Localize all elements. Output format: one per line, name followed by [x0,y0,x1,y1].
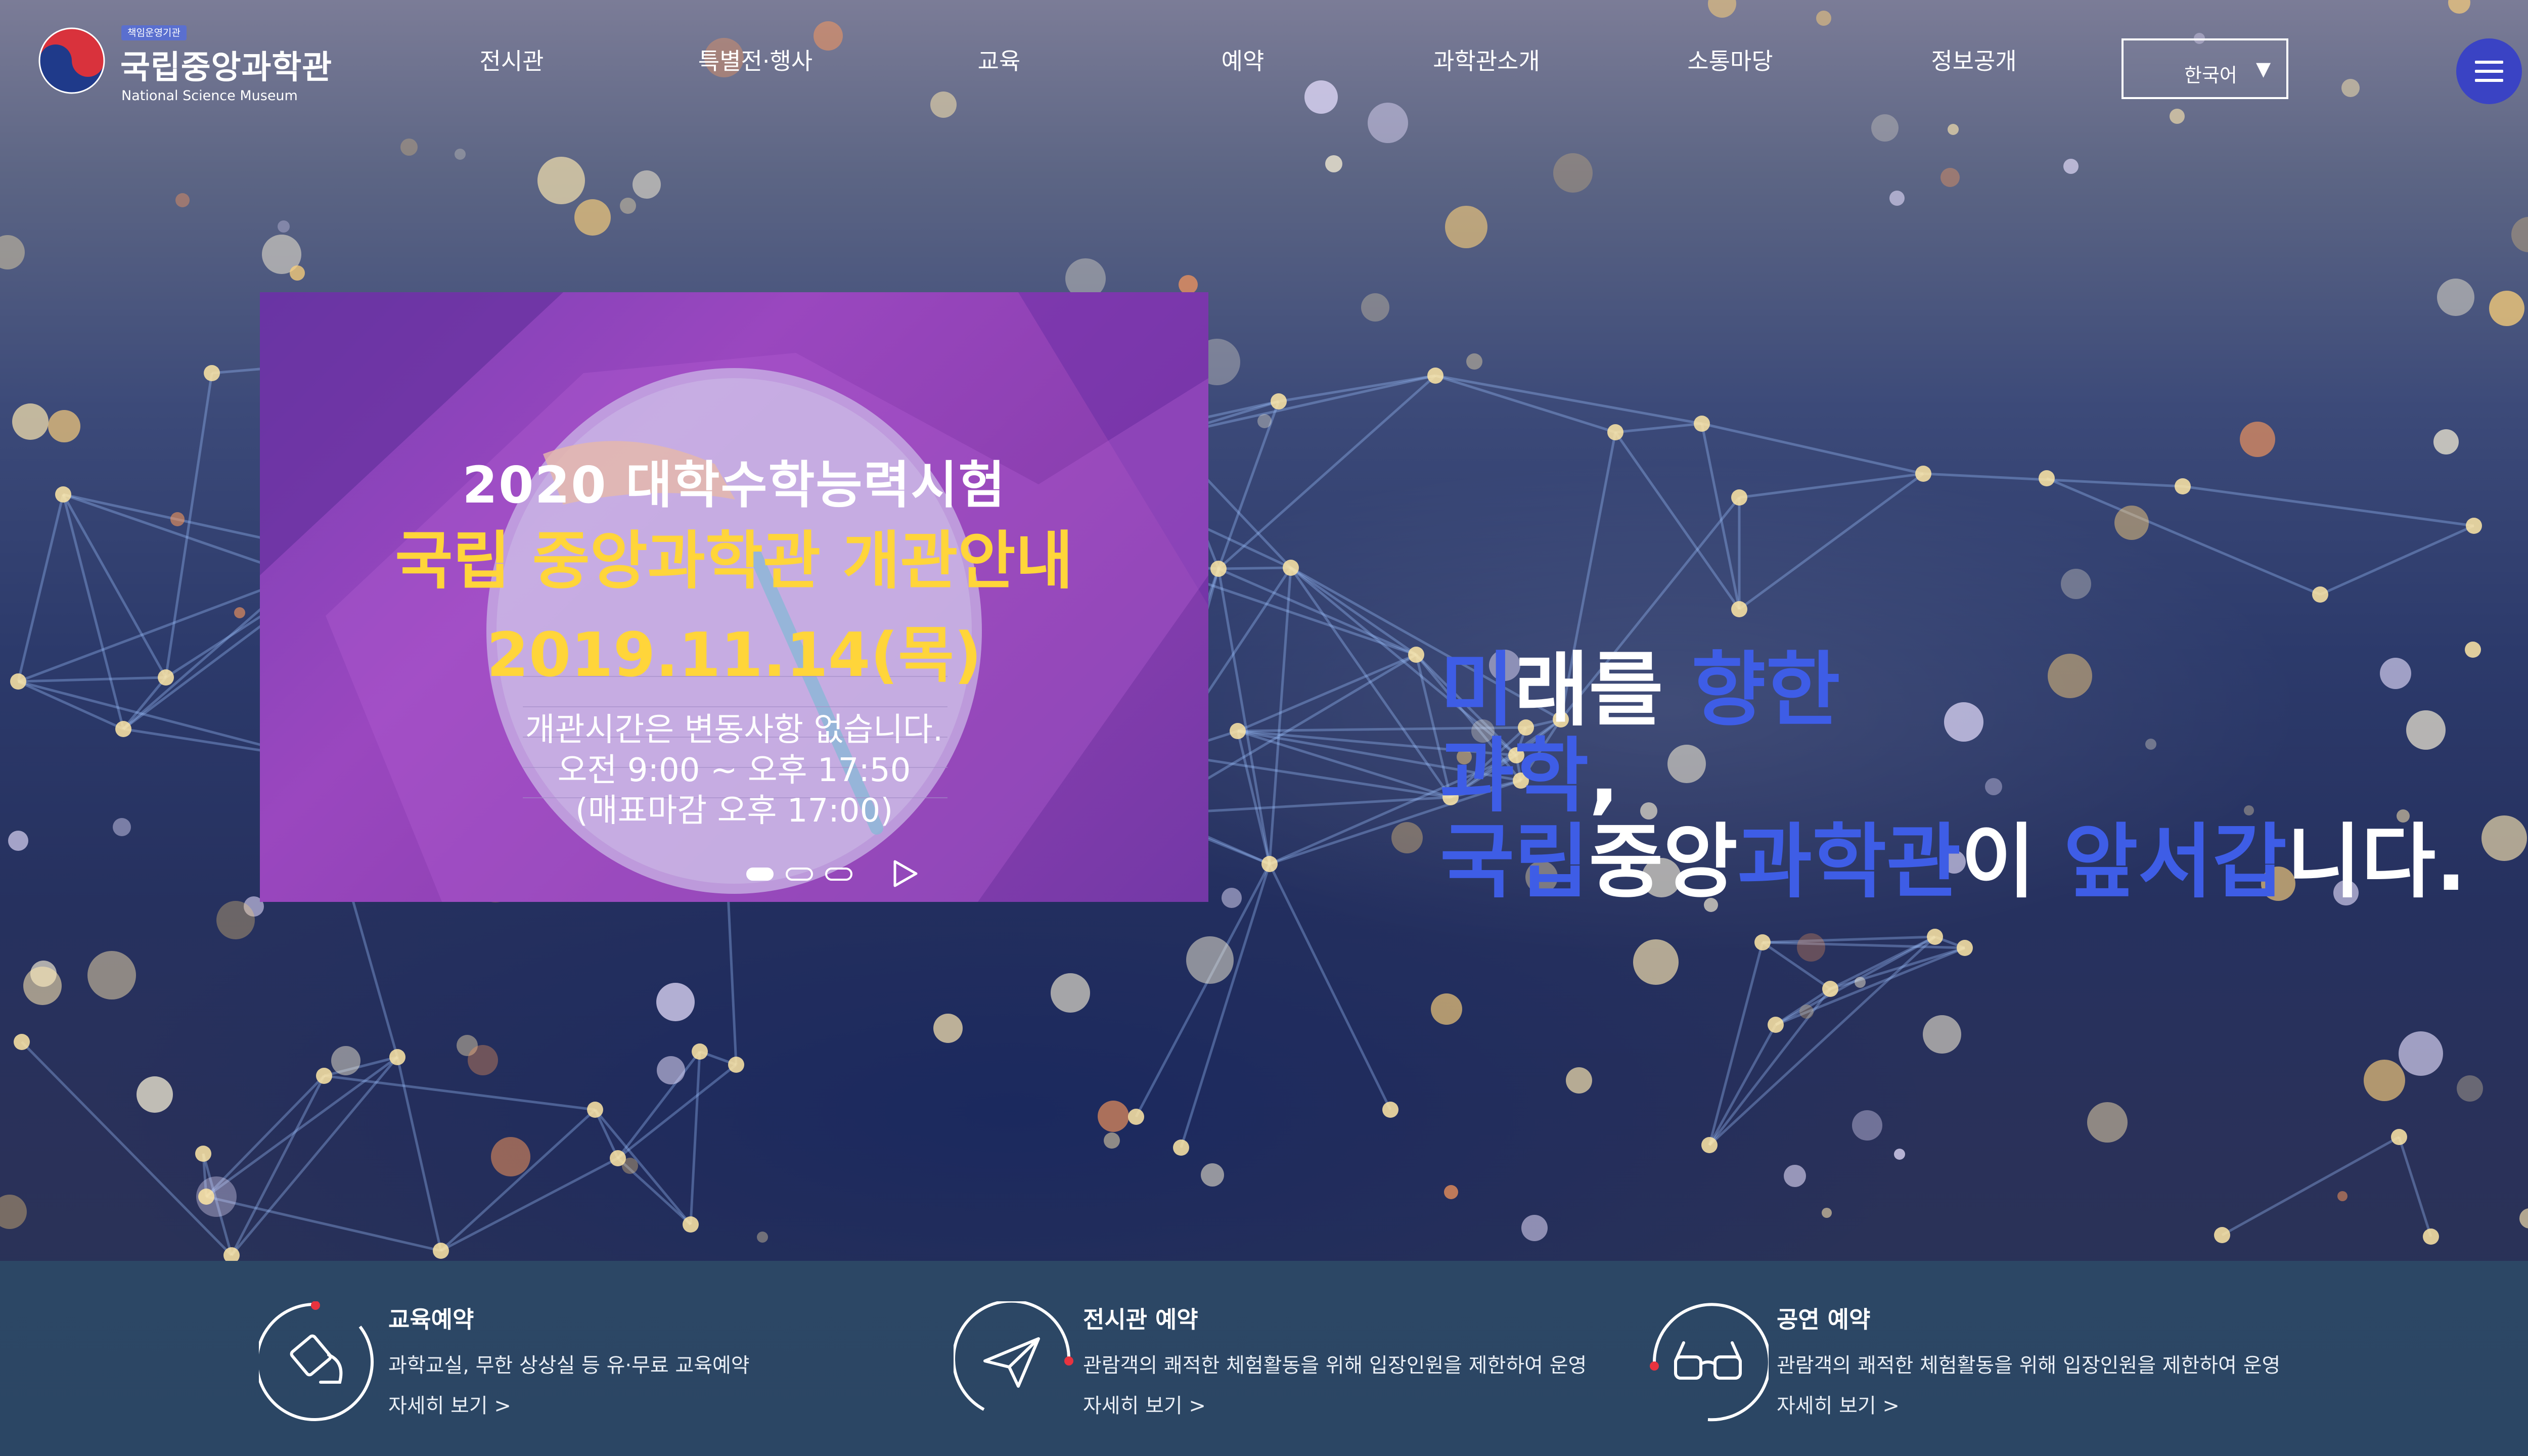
slide-date: 2019.11.14(목) [486,620,982,691]
taegeuk-logo-icon [38,27,105,94]
slogan-segment: , [1589,729,1620,823]
nav-reservation[interactable]: 예약 [1222,43,1265,79]
quick-link-title: 교육예약 [388,1306,474,1333]
nav-about[interactable]: 과학관소개 [1433,43,1540,79]
slogan-segment: 중앙 [1589,814,1738,909]
quick-link-desc: 과학교실, 무한 상상실 등 유·무료 교육예약 [388,1354,750,1377]
quick-link-more[interactable]: 자세히 보기 > [1083,1389,1206,1419]
slogan-segment: 니다. [2286,814,2467,909]
quick-link-title: 공연 예약 [1777,1306,1871,1333]
nav-exhibition[interactable]: 전시관 [480,43,544,79]
slogan-segment: 과학 [1440,729,1589,823]
logo-badge: 책임운영기관 [121,25,187,40]
paper-plane-icon [954,1301,1073,1411]
play-icon[interactable] [888,857,920,890]
slide-dot-2[interactable] [786,868,813,881]
hamburger-menu-button[interactable] [2456,38,2522,104]
hamburger-line [2475,79,2503,82]
quick-link-desc: 관람객의 쾌적한 체험활동을 위해 입장인원을 제한하여 운영 [1083,1354,1587,1377]
nav-community[interactable]: 소통마당 [1687,43,1773,79]
nav-public-info[interactable]: 정보공개 [1931,43,2016,79]
slide-pagination [746,863,898,886]
site-logo[interactable]: 책임운영기관 국립중앙과학관 National Science Museum [36,22,332,104]
notice-slide-banner[interactable]: 2020 대학수학능력시험 국립 중앙과학관 개관안내 2019.11.14(목… [260,292,1208,902]
slogan-segment: 미 [1440,643,1515,737]
quick-link-title: 전시관 예약 [1083,1306,1198,1333]
slogan-segment: 앞서갑 [2063,814,2287,909]
slogan-line-3: 국립중앙과학관이 앞서갑니다. [1440,819,2466,905]
slide-ticket-close: (매표마감 오후 17:00) [575,792,893,830]
slogan-segment: 이 [1961,814,2064,909]
logo-name-en: National Science Museum [121,88,298,104]
slide-title: 국립 중앙과학관 개관안내 [395,525,1073,598]
hamburger-line [2475,70,2503,73]
quick-reservation-bar: 교육예약 과학교실, 무한 상상실 등 유·무료 교육예약 자세히 보기 > 전… [0,1261,2528,1456]
logo-name-kr: 국립중앙과학관 [120,49,333,86]
slide-dot-3[interactable] [825,868,852,881]
site-header: 책임운영기관 국립중앙과학관 National Science Museum 전… [0,0,2528,131]
edu-reservation-icon [259,1301,374,1421]
slide-hours: 오전 9:00 ~ 오후 17:50 [557,752,911,789]
quick-link-more[interactable]: 자세히 보기 > [1777,1389,1900,1419]
slogan-segment: 향한 [1691,643,1840,737]
glasses-icon [1650,1303,1769,1422]
slogan-segment: 래를 [1514,643,1692,737]
language-select[interactable]: 한국어 ▼ [2121,38,2288,99]
caret-down-icon: ▼ [2256,58,2271,80]
slide-heading: 2020 대학수학능력시험 [462,456,1006,515]
slogan-segment: 국립 [1440,814,1589,909]
quick-link-more[interactable]: 자세히 보기 > [388,1389,511,1419]
language-label: 한국어 [2184,64,2237,86]
slogan-line-2: 과학, [1440,733,1619,819]
slogan-line-1: 미래를 향한 [1440,647,1840,733]
nav-special-events[interactable]: 특별전·행사 [698,43,812,79]
quick-link-desc: 관람객의 쾌적한 체험활동을 위해 입장인원을 제한하여 운영 [1777,1354,2281,1377]
slide-note: 개관시간은 변동사항 없습니다. [525,711,943,749]
nav-education[interactable]: 교육 [978,43,1021,79]
slogan-segment: 과학관 [1737,814,1961,909]
slide-dot-1[interactable] [746,868,774,881]
hamburger-line [2475,61,2503,64]
